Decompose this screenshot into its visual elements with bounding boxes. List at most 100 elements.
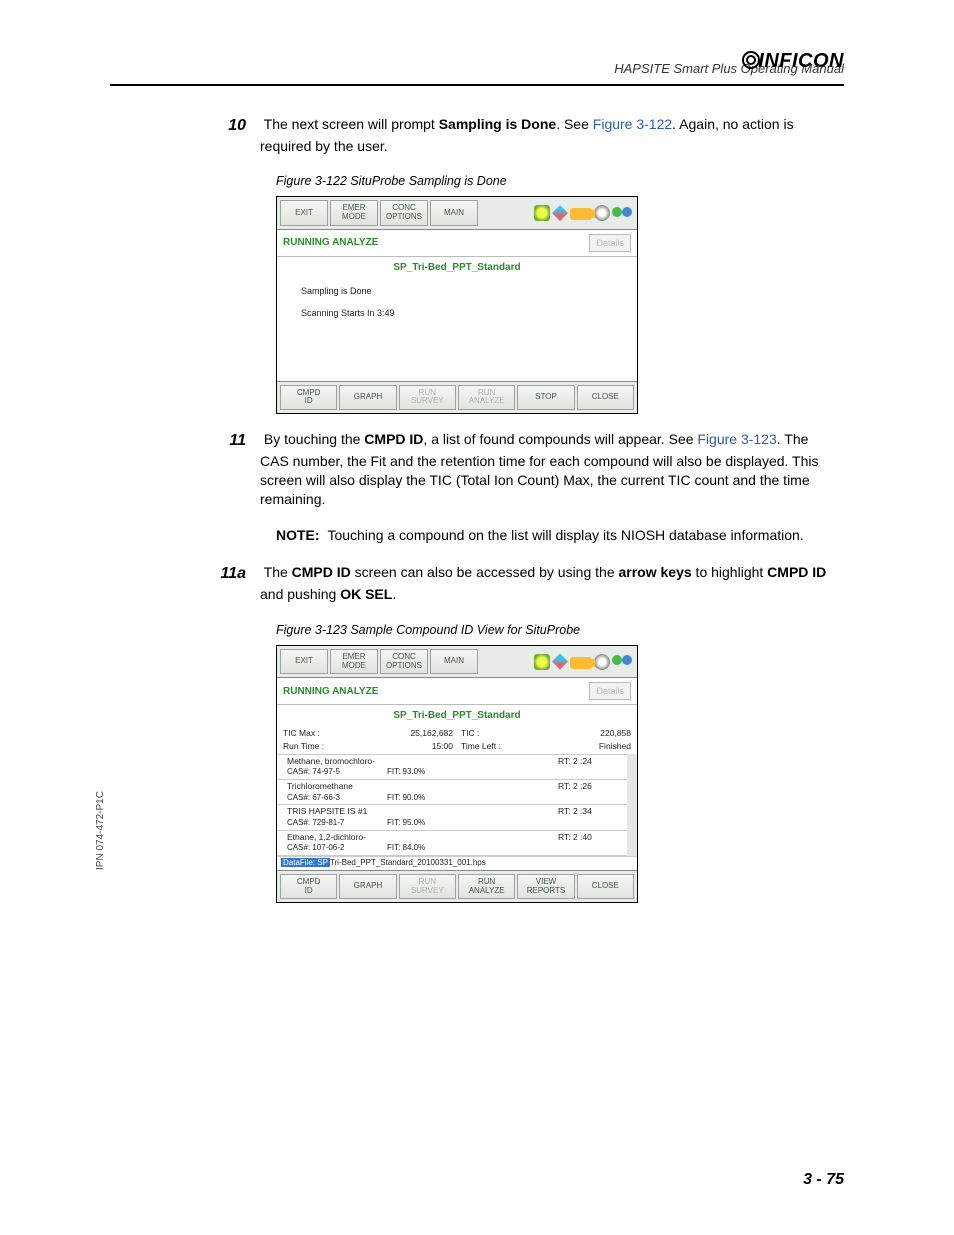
run-status: RUNNING ANALYZE (283, 685, 378, 699)
bottom-toolbar: CMPD ID GRAPH RUN SURVEY RUN ANALYZE VIE… (277, 870, 637, 903)
exit-button[interactable]: EXIT (280, 200, 328, 226)
ipn-code: IPN 074-472-P1C (94, 791, 108, 870)
retention-time: RT: 2 :34 (558, 806, 623, 817)
retention-time: RT: 2 :26 (558, 781, 623, 792)
main-button[interactable]: MAIN (430, 649, 478, 675)
conc-options-button[interactable]: CONC OPTIONS (380, 200, 428, 226)
details-button[interactable]: Details (589, 682, 631, 700)
tic-row: TIC Max : 25,162,682 TIC : 220,858 (277, 727, 637, 740)
figure-xref[interactable]: Figure 3-123 (697, 431, 776, 447)
fit-value: FIT: 95.0% (387, 818, 467, 829)
text-bold: CMPD ID (364, 431, 423, 447)
compound-row[interactable]: TrichloromethaneRT: 2 :26 CAS#: 67-66-3FI… (277, 780, 637, 805)
compound-name: Methane, bromochloro- (287, 756, 558, 767)
text: to highlight (692, 564, 768, 580)
fit-value: FIT: 93.0% (387, 767, 467, 778)
compound-row[interactable]: TRIS HAPSITE IS #1RT: 2 :34CAS#: 729-81-… (277, 805, 637, 830)
graph-button[interactable]: GRAPH (339, 874, 396, 900)
note-label: NOTE: (276, 527, 320, 543)
time-left-value: Finished (531, 741, 631, 752)
step-number: 10 (210, 115, 260, 137)
run-analyze-button[interactable]: RUN ANALYZE (458, 874, 515, 900)
compound-name: TRIS HAPSITE IS #1 (287, 806, 558, 817)
text: By touching the (264, 431, 364, 447)
figure-caption-123: Figure 3-123 Sample Compound ID View for… (276, 622, 840, 639)
cmpd-id-button[interactable]: CMPD ID (280, 874, 337, 900)
close-button[interactable]: CLOSE (577, 385, 634, 411)
compound-list[interactable]: Methane, bromochloro-RT: 2 :24 CAS#: 74-9… (277, 754, 637, 856)
step-number: 11 (210, 430, 260, 452)
help-icon[interactable] (534, 205, 550, 221)
text-bold: CMPD ID (767, 564, 826, 580)
run-time-value: 15:00 (363, 741, 461, 752)
cas-number: CAS#: 67-66-3 (287, 793, 387, 804)
page-header: HAPSITE Smart Plus Operating Manual (110, 60, 844, 86)
cmpd-id-button[interactable]: CMPD ID (280, 385, 337, 411)
tic-value: 220,858 (531, 728, 631, 739)
tic-label: TIC : (461, 728, 531, 739)
green-indicator-icon (612, 207, 622, 217)
emer-mode-button[interactable]: EMER MODE (330, 200, 378, 226)
graph-button[interactable]: GRAPH (339, 385, 396, 411)
text-bold: CMPD ID (292, 564, 351, 580)
text: , a list of found compounds will appear.… (423, 431, 697, 447)
info-icon[interactable] (552, 205, 568, 221)
figure-xref[interactable]: Figure 3-122 (593, 116, 672, 132)
view-reports-button[interactable]: VIEW REPORTS (517, 874, 574, 900)
battery-icon (570, 657, 592, 669)
emer-mode-button[interactable]: EMER MODE (330, 649, 378, 675)
blue-indicator-icon (622, 207, 632, 217)
scrollbar[interactable] (627, 754, 637, 856)
note-text: Touching a compound on the list will dis… (327, 527, 803, 543)
datafile-name: Tri-Bed_PPT_Standard_20100331_001.hps (330, 858, 486, 867)
conc-options-button[interactable]: CONC OPTIONS (380, 649, 428, 675)
brand-logo: INFICON (742, 48, 844, 75)
text-bold: OK SEL (340, 586, 392, 602)
runtime-row: Run Time : 15:00 Time Left : Finished (277, 740, 637, 753)
tic-max-value: 25,162,682 (363, 728, 461, 739)
scanning-countdown: Scanning Starts In 3:49 (301, 307, 613, 319)
text: and pushing (260, 586, 340, 602)
datafile-label: DataFile: SP (281, 858, 330, 867)
method-name: SP_Tri-Bed_PPT_Standard (277, 257, 637, 279)
method-name: SP_Tri-Bed_PPT_Standard (277, 705, 637, 727)
run-time-label: Run Time : (283, 741, 363, 752)
screenshot-122: EXIT EMER MODE CONC OPTIONS MAIN RUNNING… (276, 196, 638, 414)
green-indicator-icon (612, 655, 622, 665)
text-bold: arrow keys (619, 564, 692, 580)
main-button[interactable]: MAIN (430, 200, 478, 226)
step-11a: 11a The CMPD ID screen can also be acces… (260, 563, 840, 603)
figure-caption-122: Figure 3-122 SituProbe Sampling is Done (276, 173, 840, 190)
compound-name: Trichloromethane (287, 781, 558, 792)
close-button[interactable]: CLOSE (577, 874, 634, 900)
time-left-label: Time Left : (461, 741, 531, 752)
cas-number: CAS#: 74-97-5 (287, 767, 387, 778)
data-file-row: DataFile: SPTri-Bed_PPT_Standard_2010033… (277, 856, 637, 870)
status-orb-icon (594, 654, 610, 670)
stop-button[interactable]: STOP (517, 385, 574, 411)
retention-time: RT: 2 :24 (558, 756, 623, 767)
text: The next screen will prompt (264, 116, 439, 132)
details-button[interactable]: Details (589, 234, 631, 252)
compound-row[interactable]: Ethane, 1,2-dichloro-RT: 2 :40CAS#: 107-… (277, 831, 637, 856)
bottom-toolbar: CMPD ID GRAPH RUN SURVEY RUN ANALYZE STO… (277, 381, 637, 414)
run-status: RUNNING ANALYZE (283, 236, 378, 250)
text: The (264, 564, 292, 580)
top-toolbar: EXIT EMER MODE CONC OPTIONS MAIN (277, 646, 637, 679)
fit-value: FIT: 90.0% (387, 793, 467, 804)
cas-number: CAS#: 107-06-2 (287, 843, 387, 854)
page-number: 3 - 75 (803, 1169, 844, 1191)
text-bold: Sampling is Done (439, 116, 556, 132)
text: screen can also be accessed by using the (351, 564, 619, 580)
help-icon[interactable] (534, 654, 550, 670)
exit-button[interactable]: EXIT (280, 649, 328, 675)
brand-text: INFICON (758, 50, 844, 72)
tic-max-label: TIC Max : (283, 728, 363, 739)
blue-indicator-icon (622, 655, 632, 665)
retention-time: RT: 2 :40 (558, 832, 623, 843)
run-analyze-button: RUN ANALYZE (458, 385, 515, 411)
text: . See (556, 116, 593, 132)
info-icon[interactable] (552, 654, 568, 670)
compound-row[interactable]: Methane, bromochloro-RT: 2 :24 CAS#: 74-9… (277, 755, 637, 780)
battery-icon (570, 208, 592, 220)
